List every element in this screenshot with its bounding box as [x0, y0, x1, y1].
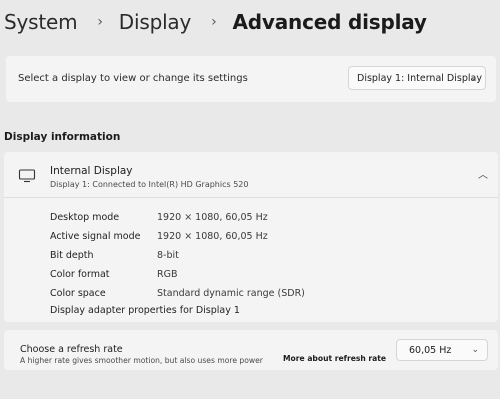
info-row: Color space Standard dynamic range (SDR) — [50, 284, 305, 303]
info-row: Color format RGB — [50, 265, 305, 284]
display-select-card: Select a display to view or change its s… — [6, 56, 496, 102]
info-value: 8-bit — [157, 250, 179, 261]
display-select-value: Display 1: Internal Display — [357, 72, 482, 84]
display-info-header[interactable]: Internal Display Display 1: Connected to… — [4, 152, 498, 196]
info-key: Desktop mode — [50, 212, 120, 223]
adapter-properties-link[interactable]: Display adapter properties for Display 1 — [50, 305, 240, 316]
chevron-right-icon: › — [211, 14, 217, 30]
info-key: Bit depth — [50, 250, 94, 261]
display-name: Internal Display — [50, 165, 133, 177]
info-key: Color space — [50, 288, 106, 299]
display-info-rows: Desktop mode 1920 × 1080, 60,05 Hz Activ… — [50, 208, 305, 303]
chevron-right-icon: › — [97, 14, 103, 30]
breadcrumb-system[interactable]: System — [4, 10, 78, 34]
breadcrumb: System › Display › Advanced display — [4, 10, 427, 34]
display-subtitle: Display 1: Connected to Intel(R) HD Grap… — [50, 180, 249, 189]
page-title: Advanced display — [232, 10, 427, 34]
info-key: Color format — [50, 269, 110, 280]
info-key: Active signal mode — [50, 231, 141, 242]
display-info-card: Internal Display Display 1: Connected to… — [4, 152, 498, 322]
info-value: 1920 × 1080, 60,05 Hz — [157, 231, 268, 242]
refresh-rate-subtitle: A higher rate gives smoother motion, but… — [20, 356, 263, 365]
info-row: Desktop mode 1920 × 1080, 60,05 Hz — [50, 208, 305, 227]
chevron-down-icon: ⌄ — [469, 73, 477, 83]
section-title: Display information — [4, 131, 121, 143]
refresh-rate-dropdown[interactable]: 60,05 Hz ⌄ — [396, 339, 488, 361]
display-select-dropdown[interactable]: Display 1: Internal Display ⌄ — [348, 66, 486, 90]
divider — [4, 197, 498, 198]
chevron-down-icon: ⌄ — [471, 345, 479, 355]
display-select-label: Select a display to view or change its s… — [18, 73, 248, 84]
refresh-rate-help-link[interactable]: More about refresh rate — [283, 354, 386, 363]
refresh-rate-value: 60,05 Hz — [409, 344, 452, 356]
info-row: Bit depth 8-bit — [50, 246, 305, 265]
info-value: RGB — [157, 269, 178, 280]
info-value: Standard dynamic range (SDR) — [157, 288, 305, 299]
breadcrumb-display[interactable]: Display — [119, 10, 192, 34]
monitor-icon — [18, 169, 36, 183]
refresh-rate-card: Choose a refresh rate A higher rate give… — [4, 330, 498, 370]
info-value: 1920 × 1080, 60,05 Hz — [157, 212, 268, 223]
refresh-rate-title: Choose a refresh rate — [20, 344, 123, 355]
chevron-up-icon[interactable]: ︿ — [478, 166, 488, 181]
info-row: Active signal mode 1920 × 1080, 60,05 Hz — [50, 227, 305, 246]
